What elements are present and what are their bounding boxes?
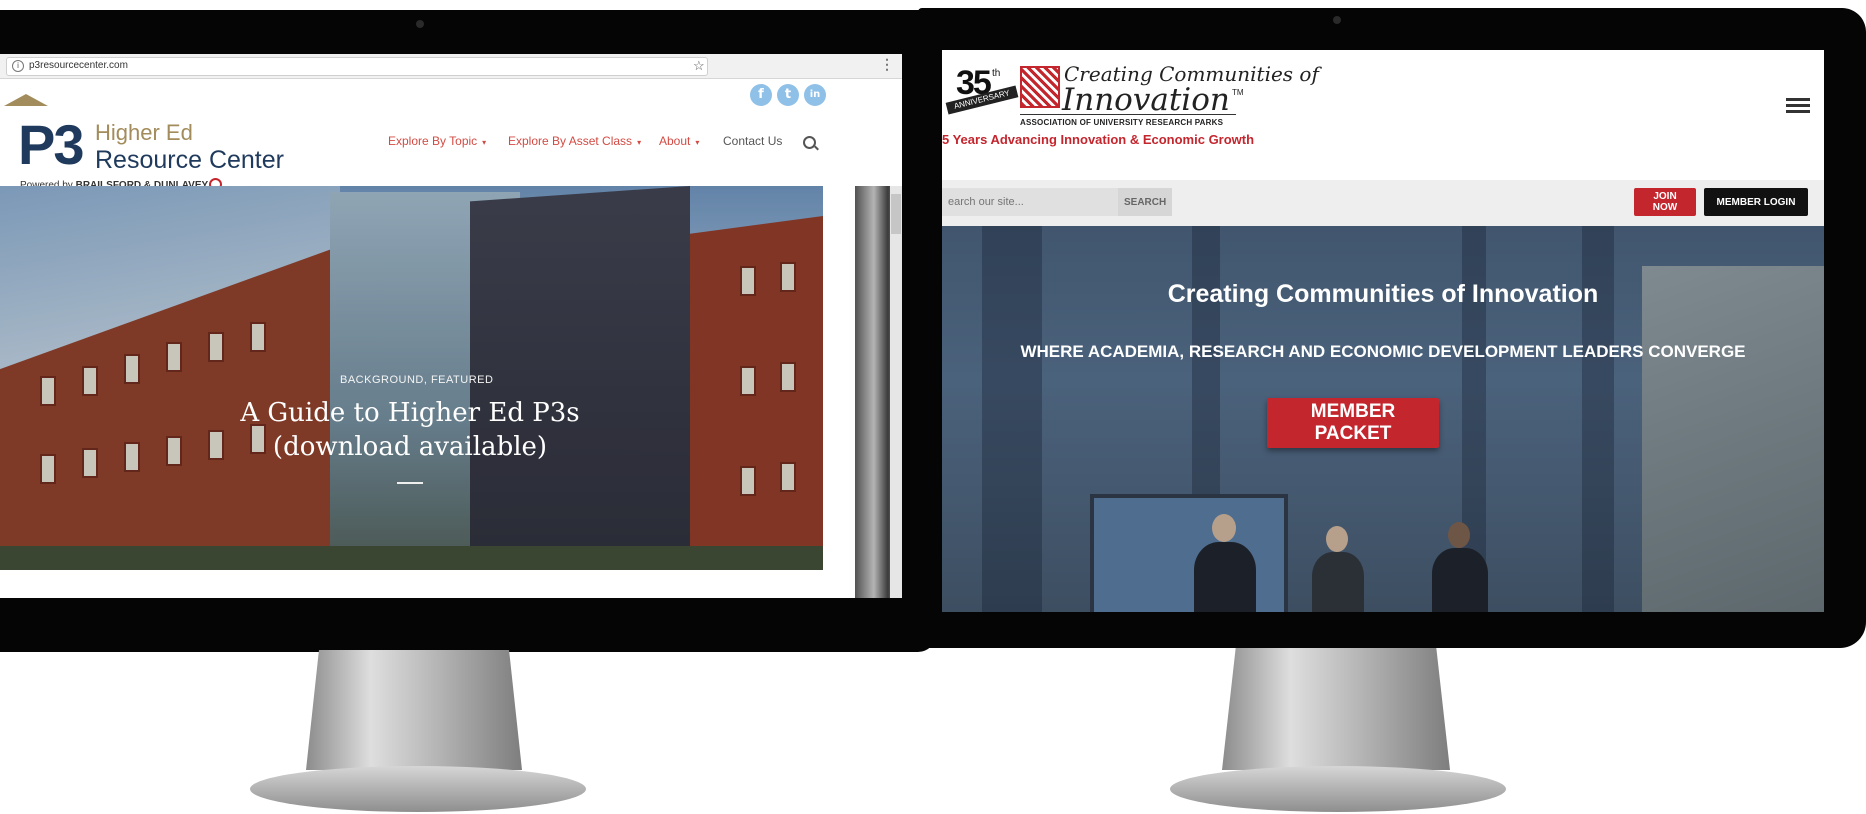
- hamburger-bar: [1786, 104, 1810, 107]
- right-monitor-base: [1170, 766, 1506, 812]
- nav-contact-us[interactable]: Contact Us: [723, 134, 782, 148]
- photo-graffiti-wall: [1642, 266, 1824, 612]
- left-monitor-base: [250, 766, 586, 812]
- logo-line-resource-center: Resource Center: [95, 146, 284, 174]
- twitter-icon[interactable]: t: [777, 84, 799, 106]
- hero-divider: [397, 482, 423, 484]
- right-monitor-stand: [1222, 648, 1450, 770]
- hero-title[interactable]: A Guide to Higher Ed P3s (download avail…: [230, 396, 590, 464]
- caret-down-icon: ▾: [637, 138, 642, 147]
- hero-title: Creating Communities of Innovation: [1167, 280, 1599, 308]
- page-scrollbar[interactable]: [890, 186, 902, 598]
- utility-bar: SEARCH JOIN NOW MEMBER LOGIN: [942, 180, 1824, 226]
- search-button[interactable]: SEARCH: [1118, 188, 1172, 216]
- photo-person: [1432, 548, 1488, 612]
- caret-down-icon: ▾: [482, 138, 487, 147]
- address-bar[interactable]: i p3resourcecenter.com ☆: [6, 57, 708, 76]
- join-now-button[interactable]: JOIN NOW: [1634, 188, 1696, 216]
- facebook-icon[interactable]: f: [750, 84, 772, 106]
- anniversary-suffix: th: [992, 68, 1001, 79]
- photo-person: [1194, 542, 1256, 612]
- browser-menu-icon[interactable]: ⋮: [880, 56, 894, 73]
- p3-logo-mark: P3: [18, 113, 84, 176]
- site-tagline: 5 Years Advancing Innovation & Economic …: [942, 132, 1255, 147]
- bookmark-star-icon[interactable]: ☆: [693, 58, 705, 74]
- trademark-mark: TM: [1232, 88, 1244, 97]
- logo-line-higher-ed: Higher Ed: [95, 120, 193, 145]
- photo-person: [1312, 552, 1364, 612]
- photo-display-screen: [1090, 494, 1288, 612]
- logo-tagline-main: Innovation: [1062, 82, 1230, 118]
- logo-rule: [1020, 114, 1236, 115]
- hamburger-bar: [1786, 110, 1810, 113]
- nav-label: About: [659, 134, 691, 148]
- member-packet-button[interactable]: MEMBER PACKET: [1267, 398, 1439, 448]
- photo-person-head: [1448, 522, 1470, 548]
- graduation-cap-icon: [4, 94, 48, 106]
- nav-explore-by-topic[interactable]: Explore By Topic ▾: [388, 134, 486, 148]
- camera-icon: [1333, 16, 1341, 24]
- search-input[interactable]: [942, 188, 1118, 216]
- hamburger-menu-icon[interactable]: [1786, 98, 1810, 114]
- nav-label: Explore By Topic: [388, 134, 478, 148]
- browser-toolbar: i p3resourcecenter.com ☆ ⋮: [0, 54, 902, 79]
- right-monitor-screen: 35 th ANNIVERSARY Creating Communities o…: [942, 50, 1824, 612]
- nav-label: Explore By Asset Class: [508, 134, 633, 148]
- info-icon[interactable]: i: [12, 60, 24, 72]
- member-login-button[interactable]: MEMBER LOGIN: [1704, 188, 1808, 216]
- linkedin-icon[interactable]: in: [804, 84, 826, 106]
- hero-subtitle: WHERE ACADEMIA, RESEARCH AND ECONOMIC DE…: [1020, 342, 1746, 361]
- nav-explore-by-asset-class[interactable]: Explore By Asset Class ▾: [508, 134, 641, 148]
- photo-person-head: [1212, 514, 1236, 542]
- caret-down-icon: ▾: [695, 138, 700, 147]
- left-monitor-screen: i p3resourcecenter.com ☆ ⋮ P3 Higher Ed …: [0, 54, 902, 598]
- aurp-emblem-icon: [1020, 66, 1060, 108]
- left-monitor-bezel: i p3resourcecenter.com ☆ ⋮ P3 Higher Ed …: [0, 10, 936, 652]
- scrollbar-thumb[interactable]: [891, 194, 901, 234]
- nav-about[interactable]: About ▾: [659, 134, 699, 148]
- photo-person-head: [1326, 526, 1348, 552]
- search-icon[interactable]: [803, 136, 816, 149]
- hero-category[interactable]: BACKGROUND, FEATURED: [340, 374, 493, 386]
- left-monitor-stand: [306, 650, 522, 770]
- url-text: p3resourcecenter.com: [29, 60, 128, 71]
- hamburger-bar: [1786, 98, 1810, 101]
- logo-organization: ASSOCIATION OF UNIVERSITY RESEARCH PARKS: [1020, 118, 1224, 127]
- camera-icon: [416, 20, 424, 28]
